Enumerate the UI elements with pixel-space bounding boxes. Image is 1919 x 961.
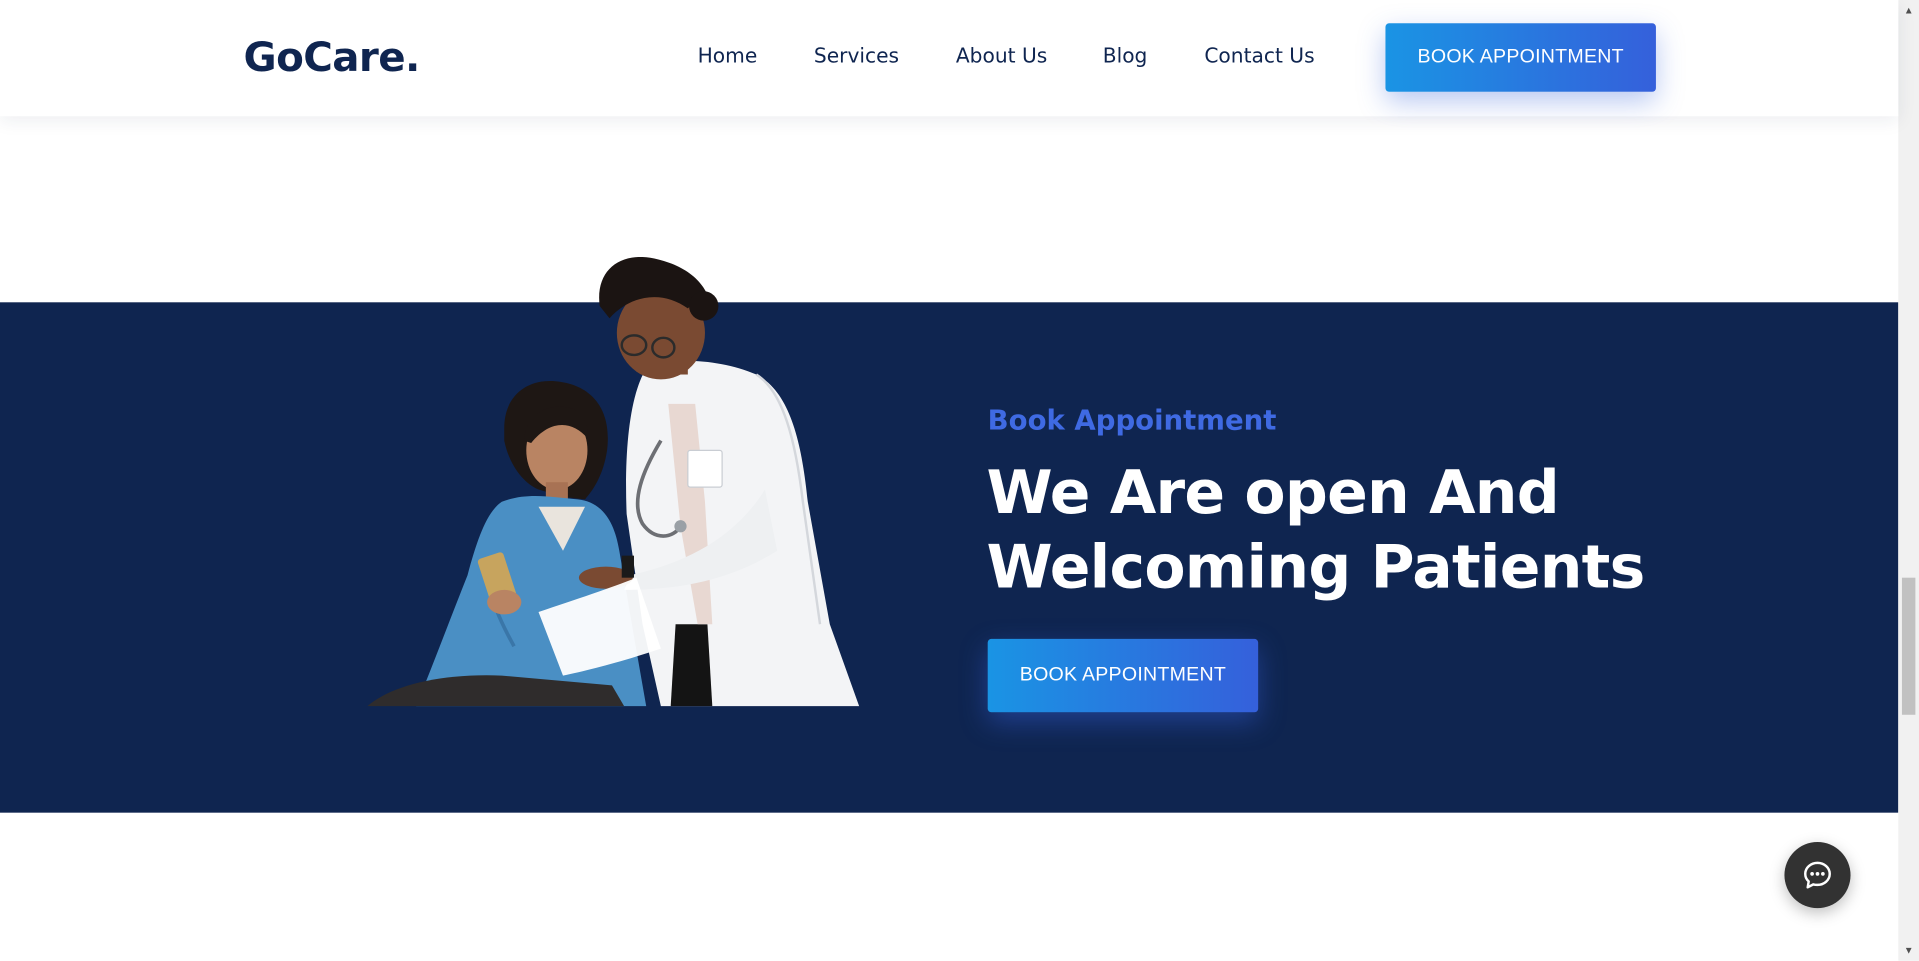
section-eyebrow: Book Appointment	[987, 405, 1277, 437]
nav-blog[interactable]: Blog	[1103, 44, 1148, 67]
chat-widget-button[interactable]	[1784, 842, 1851, 909]
headline-line-1: We Are open And	[986, 457, 1559, 528]
headline-line-2: Welcoming Patients	[986, 532, 1645, 603]
site-header: GoCare. Home Services About Us Blog Cont…	[0, 0, 1899, 117]
nav-home[interactable]: Home	[698, 44, 758, 67]
doctor-and-patient-photo	[367, 257, 860, 707]
section-book-appointment-button[interactable]: BOOK APPOINTMENT	[987, 638, 1259, 713]
nav-about-us[interactable]: About Us	[956, 44, 1047, 67]
header-book-appointment-button[interactable]: BOOK APPOINTMENT	[1385, 23, 1656, 92]
nav-services[interactable]: Services	[814, 44, 899, 67]
scroll-down-arrow-icon[interactable]: ▼	[1898, 940, 1919, 961]
nav-contact-us[interactable]: Contact Us	[1204, 44, 1314, 67]
scroll-thumb[interactable]	[1901, 577, 1916, 715]
section-headline: We Are open And Welcoming Patients	[986, 455, 1769, 604]
chat-bubble-icon	[1804, 861, 1831, 889]
scrollbar[interactable]: ▲ ▼	[1898, 0, 1919, 961]
scroll-up-arrow-icon[interactable]: ▲	[1898, 0, 1919, 21]
page: GoCare. Home Services About Us Blog Cont…	[0, 0, 1919, 961]
logo[interactable]: GoCare.	[244, 33, 421, 81]
